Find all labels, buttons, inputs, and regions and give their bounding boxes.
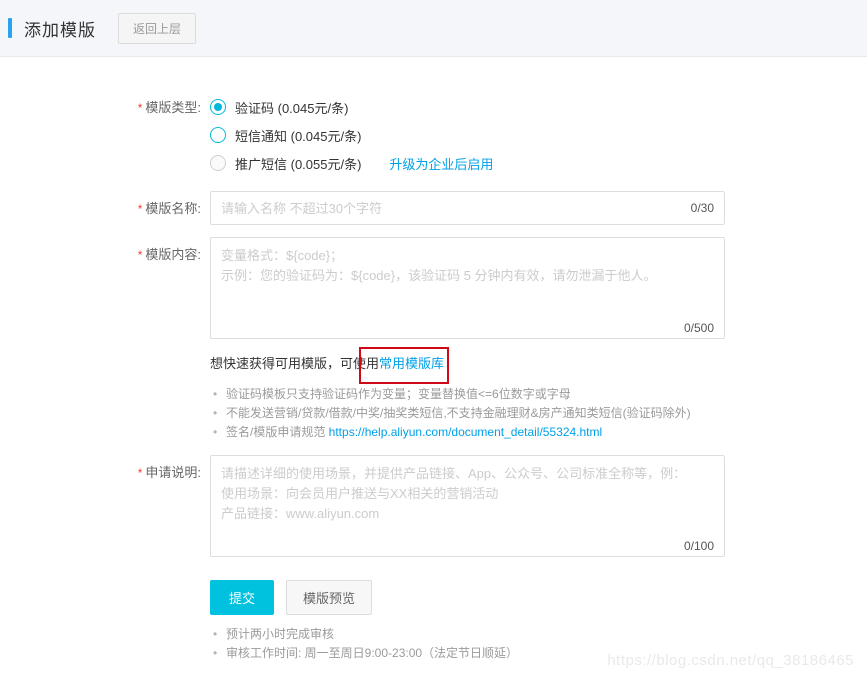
radio-option-label: 验证码 (0.045元/条) <box>235 98 348 117</box>
spec-document-link[interactable]: https://help.aliyun.com/document_detail/… <box>329 425 603 439</box>
template-tips-list: 验证码模板只支持验证码作为变量；变量替换值<=6位数字或字母 不能发送营销/贷款… <box>210 385 725 442</box>
radio-option-promo-sms[interactable]: 推广短信 (0.055元/条) 升级为企业后启用 <box>210 149 725 177</box>
upgrade-enterprise-link[interactable]: 升级为企业后启用 <box>389 154 493 173</box>
title-accent-bar <box>8 18 12 38</box>
required-marker: * <box>138 248 143 262</box>
common-template-library-link[interactable]: 常用模版库 <box>379 356 444 371</box>
template-preview-button[interactable]: 模版预览 <box>286 580 372 615</box>
page-header: 添加模版 返回上层 <box>0 0 867 57</box>
tip-item: 验证码模板只支持验证码作为变量；变量替换值<=6位数字或字母 <box>210 385 725 404</box>
template-library-hint: 想快速获得可用模版，可使用常用模版库 <box>210 354 725 374</box>
radio-unselected-icon <box>210 127 226 143</box>
template-type-row: *模版类型: 验证码 (0.045元/条) 短信通知 (0.045元/条) 推广… <box>0 93 867 177</box>
required-marker: * <box>138 466 143 480</box>
radio-option-verification-code[interactable]: 验证码 (0.045元/条) <box>210 93 725 121</box>
template-name-input[interactable] <box>210 191 725 225</box>
note-item: 预计两小时完成审核 <box>210 625 725 644</box>
radio-option-label: 推广短信 (0.055元/条) <box>235 154 361 173</box>
radio-selected-icon <box>210 99 226 115</box>
review-notes-list: 预计两小时完成审核 审核工作时间: 周一至周日9:00-23:00（法定节日顺延… <box>210 625 725 663</box>
radio-option-sms-notification[interactable]: 短信通知 (0.045元/条) <box>210 121 725 149</box>
add-template-form: *模版类型: 验证码 (0.045元/条) 短信通知 (0.045元/条) 推广… <box>0 57 867 663</box>
actions-row: 提交 模版预览 预计两小时完成审核 审核工作时间: 周一至周日9:00-23:0… <box>0 562 867 663</box>
template-name-row: *模版名称: 0/30 <box>0 191 867 225</box>
application-note-textarea[interactable] <box>210 455 725 557</box>
template-name-label: *模版名称: <box>0 191 210 225</box>
application-note-row: *申请说明: 0/100 <box>0 455 867 562</box>
back-button[interactable]: 返回上层 <box>118 13 196 44</box>
required-marker: * <box>138 101 143 115</box>
tip-item: 签名/模版申请规范 https://help.aliyun.com/docume… <box>210 423 725 442</box>
radio-disabled-icon <box>210 155 226 171</box>
template-type-label: *模版类型: <box>0 93 210 177</box>
template-content-label: *模版内容: <box>0 237 210 442</box>
application-note-label: *申请说明: <box>0 455 210 562</box>
template-content-textarea[interactable] <box>210 237 725 339</box>
page-title: 添加模版 <box>24 16 96 41</box>
required-marker: * <box>138 202 143 216</box>
radio-option-label: 短信通知 (0.045元/条) <box>235 126 361 145</box>
submit-button[interactable]: 提交 <box>210 580 274 615</box>
tip-item: 不能发送营销/贷款/借款/中奖/抽奖类短信,不支持金融理财&房产通知类短信(验证… <box>210 404 725 423</box>
template-content-row: *模版内容: 0/500 想快速获得可用模版，可使用常用模版库 验证码模板只支持… <box>0 237 867 442</box>
note-item: 审核工作时间: 周一至周日9:00-23:00（法定节日顺延） <box>210 644 725 663</box>
